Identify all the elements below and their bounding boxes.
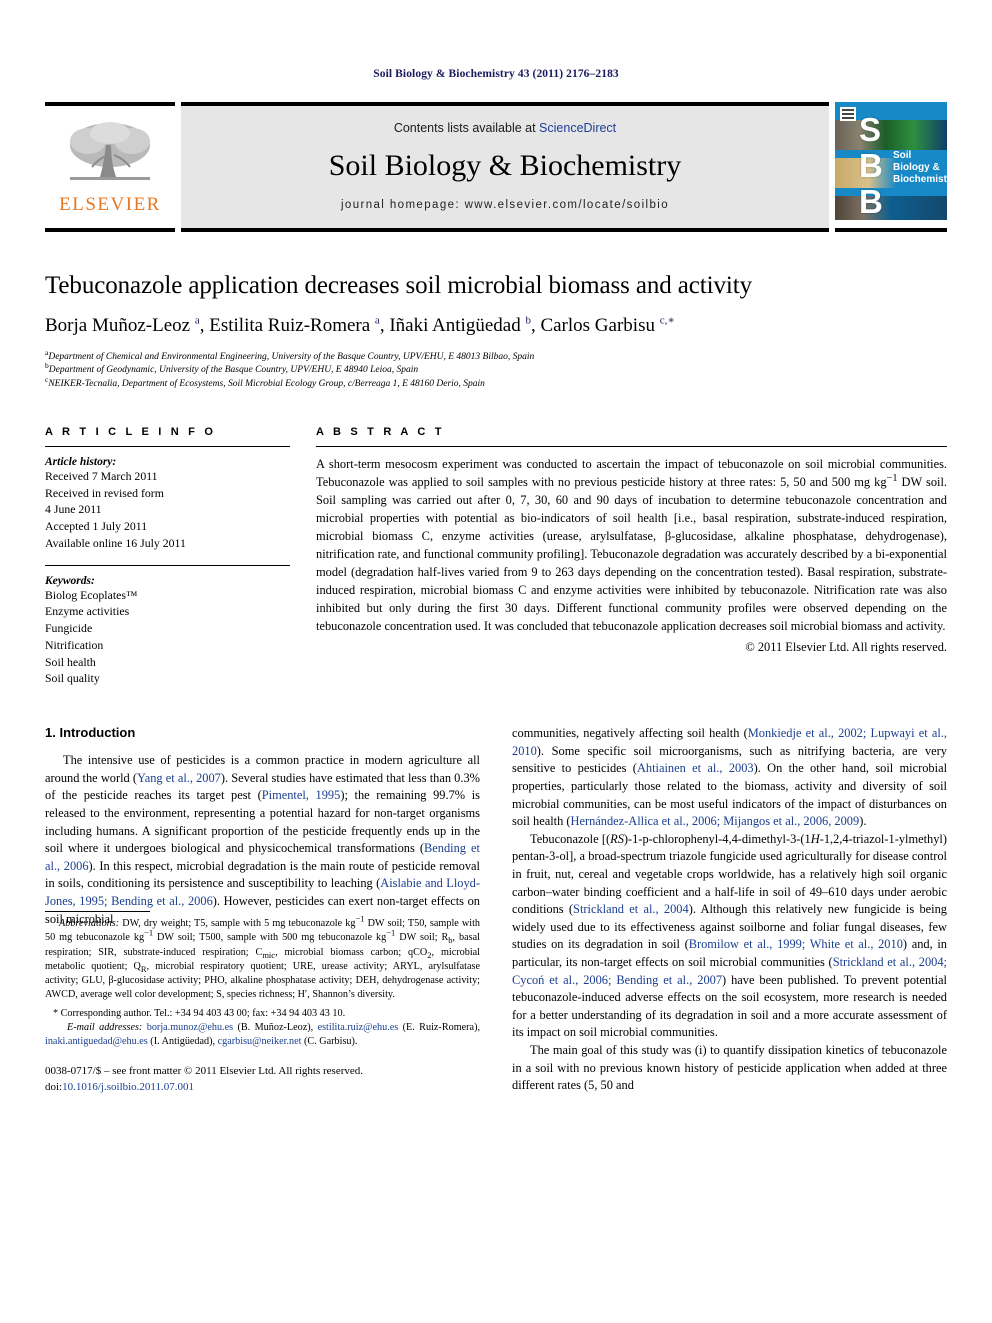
- paragraph: Tebuconazole [(RS)-1-p-chlorophenyl-4,4-…: [512, 831, 948, 1040]
- issn-line: 0038-0717/$ – see front matter © 2011 El…: [45, 1065, 364, 1078]
- keyword-item: Biolog Ecoplates™: [45, 587, 138, 602]
- footnote-emails: E-mail addresses: borja.munoz@ehu.es (B.…: [45, 1021, 481, 1048]
- affiliation-item: aDepartment of Chemical and Environmenta…: [45, 347, 535, 362]
- author-list: Borja Muñoz-Leoz a, Estilita Ruiz-Romera…: [45, 314, 675, 336]
- keyword-item: Fungicide: [45, 621, 93, 636]
- article-info-heading: A R T I C L E I N F O: [45, 425, 217, 438]
- doi-value[interactable]: 10.1016/j.soilbio.2011.07.001: [62, 1081, 194, 1093]
- title-block: Tebuconazole application decreases soil …: [45, 272, 947, 392]
- article-page: Soil Biology & Biochemistry 43 (2011) 21…: [0, 0, 992, 1323]
- elsevier-tree-icon: [70, 121, 150, 180]
- cover-journal-name: Soil Biology & Biochemistry: [893, 150, 947, 185]
- body-column-left: 1. Introduction The intensive use of pes…: [45, 725, 480, 1095]
- abstract-column: A B S T R A C T A short-term mesocosm ex…: [316, 426, 947, 687]
- article-history-item: 4 June 2011: [45, 502, 102, 517]
- keyword-item: Nitrification: [45, 637, 104, 652]
- contents-available-line: Contents lists available at ScienceDirec…: [394, 121, 616, 135]
- divider: [45, 445, 290, 447]
- elsevier-wordmark: ELSEVIER: [59, 193, 161, 215]
- abstract-heading: A B S T R A C T: [316, 425, 445, 438]
- divider: [316, 445, 947, 447]
- article-info-column: A R T I C L E I N F O Article history: R…: [45, 426, 290, 687]
- keyword-item: Enzyme activities: [45, 604, 130, 619]
- paragraph: The intensive use of pesticides is a com…: [45, 753, 480, 926]
- footnote-divider: [45, 911, 150, 913]
- footer-issn: 0038-0717/$ – see front matter © 2011 El…: [45, 1064, 480, 1095]
- contents-prefix: Contents lists available at: [393, 121, 540, 135]
- keywords-label: Keywords:: [45, 574, 95, 587]
- paragraph: The main goal of this study was (i) to q…: [512, 1043, 947, 1093]
- abstract-copyright: © 2011 Elsevier Ltd. All rights reserved…: [745, 639, 947, 654]
- article-history-item: Accepted 1 July 2011: [45, 519, 148, 534]
- divider: [45, 564, 290, 566]
- article-history-label: Article history:: [45, 455, 117, 468]
- page-title: Tebuconazole application decreases soil …: [45, 272, 752, 299]
- doi-label: doi:: [45, 1080, 63, 1093]
- body-columns: 1. Introduction The intensive use of pes…: [45, 725, 947, 1095]
- footnote-block: Abbreviations: DW, dry weight; T5, sampl…: [45, 911, 480, 1094]
- affiliation-list: aDepartment of Chemical and Environmenta…: [45, 347, 947, 392]
- elsevier-logo: ELSEVIER: [45, 102, 175, 232]
- doi-line: doi:10.1016/j.soilbio.2011.07.001: [45, 1080, 480, 1095]
- journal-band: Contents lists available at ScienceDirec…: [181, 102, 829, 232]
- journal-title: Soil Biology & Biochemistry: [328, 149, 682, 182]
- running-head: Soil Biology & Biochemistry 43 (2011) 21…: [373, 68, 619, 80]
- cover-sbb-letters: SBB: [859, 111, 883, 220]
- article-history-item: Received 7 March 2011: [45, 468, 158, 483]
- footnote-abbreviations: Abbreviations: DW, dry weight; T5, sampl…: [45, 914, 480, 1000]
- article-history-item: Received in revised form: [45, 485, 164, 500]
- cover-image: SBB Soil Biology & Biochemistry: [835, 102, 947, 220]
- journal-masthead: ELSEVIER Contents lists available at Sci…: [45, 102, 947, 232]
- affiliation-item: cNEIKER-Tecnalia, Department of Ecosyste…: [45, 374, 485, 390]
- keyword-item: Soil quality: [45, 671, 100, 686]
- cover-stripe-1: [835, 120, 947, 150]
- paragraph: communities, negatively affecting soil h…: [512, 726, 948, 829]
- footnote-corresponding-author: * Corresponding author. Tel.: +34 94 403…: [53, 1007, 346, 1019]
- section-heading-introduction: 1. Introduction: [45, 725, 136, 741]
- body-column-right: communities, negatively affecting soil h…: [512, 725, 947, 1095]
- journal-cover-thumbnail: SBB Soil Biology & Biochemistry: [835, 102, 947, 232]
- article-history-item: Available online 16 July 2011: [45, 535, 186, 550]
- affiliation-item: bDepartment of Geodynamic, University of…: [45, 361, 419, 376]
- sciencedirect-link[interactable]: ScienceDirect: [539, 121, 616, 135]
- info-abstract-row: A R T I C L E I N F O Article history: R…: [45, 426, 947, 687]
- cover-elsevier-mark-icon: [840, 107, 856, 121]
- journal-homepage[interactable]: journal homepage: www.elsevier.com/locat…: [341, 199, 669, 211]
- abstract-text: A short-term mesocosm experiment was con…: [316, 456, 947, 633]
- keyword-item: Soil health: [45, 654, 96, 669]
- cover-stripe-3: [835, 196, 947, 220]
